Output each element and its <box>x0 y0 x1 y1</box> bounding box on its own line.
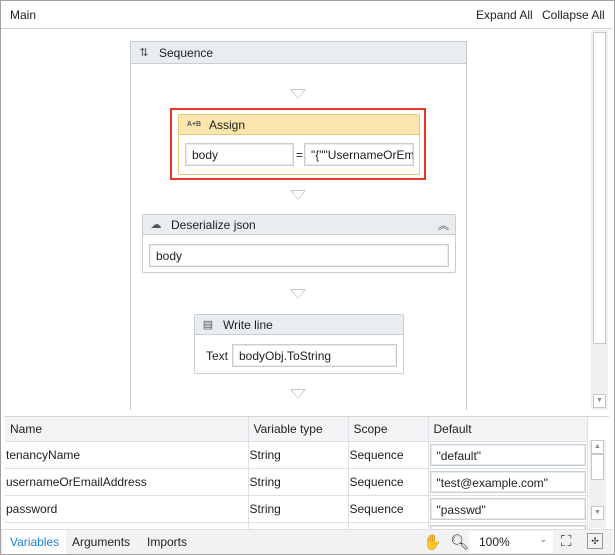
table-row[interactable]: password String Sequence "passwd" <box>5 494 588 522</box>
tab-imports[interactable]: Imports <box>140 530 194 554</box>
column-header-name[interactable]: Name <box>5 417 249 441</box>
variable-scope[interactable]: Sequence <box>348 467 429 495</box>
variable-scope[interactable]: Sequence <box>348 440 429 468</box>
collapse-chevron-icon[interactable]: ︽ <box>438 217 449 233</box>
tab-arguments[interactable]: Arguments <box>65 530 137 554</box>
write-line-title: Write line <box>223 317 273 332</box>
variable-default-input[interactable]: "test@example.com" <box>429 470 586 493</box>
scrollbar-thumb[interactable] <box>593 32 606 344</box>
collapse-all-button[interactable]: Collapse All <box>542 8 605 22</box>
column-header-scope[interactable]: Scope <box>348 417 429 441</box>
table-row[interactable]: usernameOrEmailAddress String Sequence "… <box>5 467 588 495</box>
write-line-icon: ▤ <box>202 319 214 331</box>
drop-arrow-icon[interactable] <box>290 89 306 99</box>
variable-default-input[interactable]: "default" <box>429 443 586 466</box>
sequence-header: ⇅ Sequence <box>131 42 466 64</box>
write-line-text-input[interactable]: bodyObj.ToString <box>232 344 397 367</box>
scroll-down-button[interactable]: ▼ <box>591 506 604 520</box>
assign-header: A+B Assign <box>179 115 419 135</box>
canvas-vertical-scrollbar[interactable]: ▼ <box>591 30 608 410</box>
bottom-toolbar: Variables Arguments Imports ✋ 🔍︎ 100% ⌄ … <box>1 529 613 554</box>
scrollbar-thumb[interactable] <box>591 454 604 480</box>
deserialize-icon: ☁ <box>150 219 162 231</box>
table-row[interactable]: tenancyName String Sequence "default" <box>5 440 588 468</box>
chevron-down-icon: ⌄ <box>539 534 547 544</box>
variable-type[interactable]: String <box>248 440 349 468</box>
scroll-down-button[interactable]: ▼ <box>593 394 606 408</box>
variable-default-input[interactable]: "passwd" <box>429 497 586 520</box>
tab-variables[interactable]: Variables <box>3 530 67 554</box>
assign-value-input[interactable]: "{""UsernameOrEm <box>304 143 414 166</box>
assign-to-input[interactable]: body <box>185 143 294 166</box>
scroll-up-button[interactable]: ▲ <box>591 440 604 454</box>
variable-type[interactable]: String <box>248 494 349 522</box>
column-header-type[interactable]: Variable type <box>248 417 349 441</box>
zoom-level-value: 100% <box>479 535 510 549</box>
drop-arrow-icon[interactable] <box>290 389 306 399</box>
variable-name[interactable]: tenancyName <box>5 440 249 468</box>
write-line-activity[interactable]: ▤ Write line Text bodyObj.ToString <box>194 314 404 374</box>
fit-to-screen-icon[interactable]: ⛶ <box>561 533 572 550</box>
zoom-magnifier-icon[interactable]: 🔍︎ <box>450 533 469 551</box>
write-line-header: ▤ Write line <box>195 315 403 335</box>
zoom-level-select[interactable]: 100% ⌄ <box>469 531 553 553</box>
designer-canvas: ⇅ Sequence A+B Assign body = "{""Usernam… <box>1 30 591 410</box>
variable-name[interactable]: password <box>5 494 249 522</box>
deserialize-header: ☁ Deserialize json ︽ <box>143 215 455 235</box>
assign-title: Assign <box>209 117 246 132</box>
sequence-activity[interactable]: ⇅ Sequence A+B Assign body = "{""Usernam… <box>130 41 467 410</box>
variable-type[interactable]: String <box>248 467 349 495</box>
equals-sign: = <box>296 148 304 162</box>
designer-header: Main Expand All Collapse All <box>1 1 613 29</box>
column-header-default[interactable]: Default <box>428 417 588 441</box>
variable-scope[interactable]: Sequence <box>348 494 429 522</box>
deserialize-title: Deserialize json <box>171 217 256 232</box>
text-label: Text <box>206 349 229 363</box>
expand-all-button[interactable]: Expand All <box>476 8 533 22</box>
sequence-title: Sequence <box>159 45 214 60</box>
variables-panel: Name Variable type Scope Default tenancy… <box>4 416 609 549</box>
variable-name[interactable]: usernameOrEmailAddress <box>5 467 249 495</box>
assign-activity[interactable]: A+B Assign body = "{""UsernameOrEm <box>178 114 420 175</box>
variables-scrollbar[interactable]: ▲ ▼ <box>589 440 606 528</box>
deserialize-input[interactable]: body <box>149 244 449 267</box>
pan-hand-icon[interactable]: ✋ <box>423 533 442 551</box>
overview-icon[interactable]: ✣ <box>587 533 603 549</box>
breadcrumb-main[interactable]: Main <box>10 8 36 22</box>
drop-arrow-icon[interactable] <box>290 190 306 200</box>
assign-icon: A+B <box>186 121 202 128</box>
deserialize-json-activity[interactable]: ☁ Deserialize json ︽ body <box>142 214 456 273</box>
drop-arrow-icon[interactable] <box>290 289 306 299</box>
sequence-icon: ⇅ <box>139 47 149 59</box>
